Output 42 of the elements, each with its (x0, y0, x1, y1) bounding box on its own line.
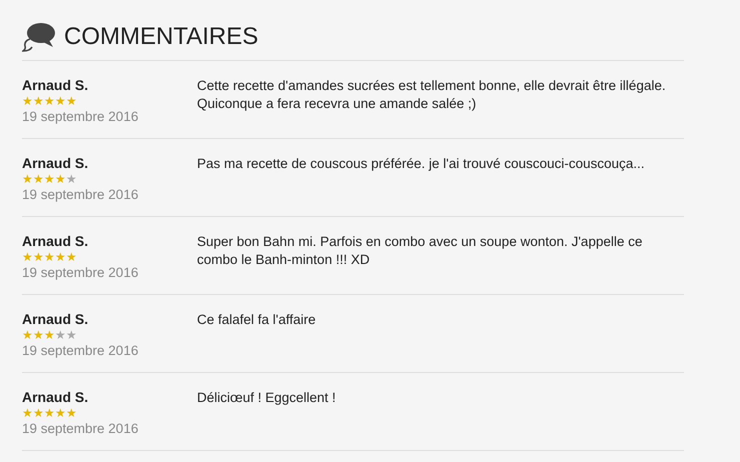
comment-date: 19 septembre 2016 (22, 108, 138, 126)
filled-star-icon: ★ (22, 328, 33, 342)
section-title: COMMENTAIRES (64, 23, 258, 51)
comment-date: 19 septembre 2016 (22, 264, 138, 282)
comment-text: Pas ma recette de couscous préférée. je l'ai trouvé couscouci-couscouça... (197, 155, 646, 173)
comment-date: 19 septembre 2016 (22, 342, 138, 360)
empty-star-icon: ★ (66, 328, 77, 342)
filled-star-icon: ★ (44, 250, 55, 264)
filled-star-icon: ★ (22, 250, 33, 264)
filled-star-icon: ★ (22, 172, 33, 186)
filled-star-icon: ★ (55, 250, 66, 264)
comment-text: Super bon Bahn mi. Parfois en combo avec un soupe wonton. J'appelle ce combo le Banh-minton !!! XD (197, 233, 644, 269)
filled-star-icon: ★ (33, 406, 44, 420)
filled-star-icon: ★ (66, 94, 77, 108)
filled-star-icon: ★ (66, 250, 77, 264)
filled-star-icon: ★ (55, 94, 66, 108)
filled-star-icon: ★ (33, 250, 44, 264)
filled-star-icon: ★ (44, 172, 55, 186)
author-name: Arnaud S. (22, 155, 88, 172)
comment-date: 19 septembre 2016 (22, 186, 138, 204)
empty-star-icon: ★ (66, 172, 77, 186)
filled-star-icon: ★ (44, 94, 55, 108)
comment-text: Ce falafel fa l'affaire (197, 311, 317, 329)
filled-star-icon: ★ (22, 94, 33, 108)
author-name: Arnaud S. (22, 233, 88, 250)
empty-star-icon: ★ (55, 328, 66, 342)
filled-star-icon: ★ (33, 94, 44, 108)
filled-star-icon: ★ (55, 172, 66, 186)
filled-star-icon: ★ (55, 406, 66, 420)
author-name: Arnaud S. (22, 311, 88, 328)
filled-star-icon: ★ (33, 328, 44, 342)
filled-star-icon: ★ (66, 406, 77, 420)
filled-star-icon: ★ (22, 406, 33, 420)
author-name: Arnaud S. (22, 389, 88, 406)
speech-bubbles-icon (22, 22, 56, 52)
comment-text: Cette recette d'amandes sucrées est tellement bonne, elle devrait être illégale. Quiconque a fera recevra une amande salée ;) (197, 77, 667, 113)
author-name: Arnaud S. (22, 77, 88, 94)
filled-star-icon: ★ (44, 328, 55, 342)
comment-text: Déliciœuf ! Eggcellent ! (197, 389, 337, 407)
comment-date: 19 septembre 2016 (22, 420, 138, 438)
filled-star-icon: ★ (33, 172, 44, 186)
filled-star-icon: ★ (44, 406, 55, 420)
